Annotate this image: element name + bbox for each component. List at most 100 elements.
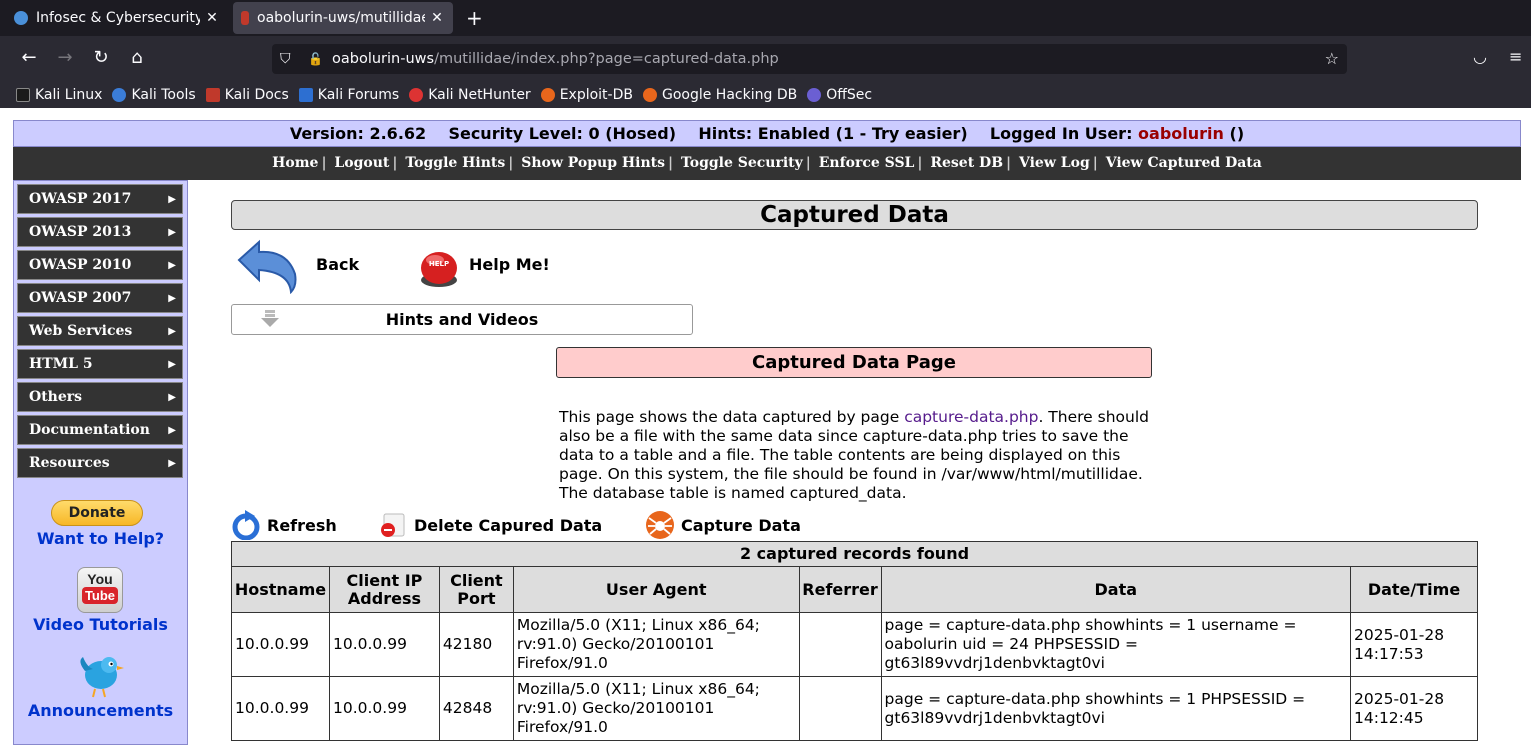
bookmark-ghdb[interactable]: Google Hacking DB [642, 87, 797, 103]
exploit-db-icon [540, 88, 555, 102]
sidebar-item-label: Web Services [29, 323, 133, 339]
cell-client-port: 42848 [438, 676, 514, 741]
donate-button[interactable]: Donate [51, 500, 143, 526]
sidebar-item-label: Resources [29, 455, 110, 471]
sidebar-item-owasp-2017[interactable]: OWASP 2017 ▶ [17, 184, 183, 214]
bookmark-kali-tools[interactable]: Kali Tools [112, 87, 196, 103]
top-menu: Home | Logout | Toggle Hints | Show Popup H… [13, 147, 1521, 180]
bookmark-offsec[interactable]: OffSec [807, 87, 872, 103]
youtube-logo-tube: Tube [81, 587, 119, 604]
bookmark-kali-linux[interactable]: Kali Linux [16, 87, 102, 103]
close-tab-icon[interactable]: ✕ [429, 10, 445, 26]
delete-captured-data-button[interactable]: Delete Capured Data [378, 508, 602, 542]
sidebar-item-label: OWASP 2017 [29, 191, 132, 207]
back-button[interactable]: Back [316, 255, 359, 274]
column-header: Client IP Address [328, 566, 440, 613]
hints-and-videos-label: Hints and Videos [385, 310, 539, 329]
cell-datetime: 2025-01-28 14:12:45 [1350, 676, 1478, 741]
captured-data-table: Hostname Client IP Address Client Port U… [231, 566, 1478, 741]
hints-and-videos-toggle[interactable]: Hints and Videos [231, 304, 693, 335]
capture-data-link[interactable]: capture-data.php [904, 408, 1038, 426]
svg-text:HELP: HELP [429, 260, 449, 268]
forward-arrow-icon[interactable]: → [53, 47, 77, 68]
sidebar-item-owasp-2010[interactable]: OWASP 2010 ▶ [17, 250, 183, 280]
bookmark-kali-forums[interactable]: Kali Forums [298, 87, 400, 103]
menu-show-popup-hints[interactable]: Show Popup Hints [521, 155, 665, 171]
cell-hostname: 10.0.0.99 [231, 612, 330, 677]
refresh-button[interactable]: Refresh [231, 508, 337, 542]
menu-enforce-ssl[interactable]: Enforce SSL [819, 155, 915, 171]
bookmark-label: Kali Tools [131, 87, 196, 103]
menu-toggle-security[interactable]: Toggle Security [681, 155, 803, 171]
bookmark-star-icon[interactable]: ☆ [1325, 49, 1339, 68]
sidebar-item-others[interactable]: Others ▶ [17, 382, 183, 412]
help-button-icon[interactable]: HELP [417, 246, 461, 290]
menu-hamburger-icon[interactable]: ≡ [1509, 47, 1522, 66]
arrow-right-icon: ▶ [168, 194, 176, 205]
arrow-right-icon: ▶ [168, 425, 176, 436]
back-arrow-icon[interactable]: ← [17, 47, 41, 68]
video-tutorials-link[interactable]: Video Tutorials [14, 615, 187, 634]
column-header: Hostname [231, 566, 330, 613]
tab-infosec[interactable]: Infosec & Cybersecurity Tr ✕ [6, 2, 228, 34]
insecure-lock-icon[interactable]: 🔓 [308, 52, 326, 66]
bookmark-label: OffSec [826, 87, 873, 103]
cell-data: page = capture-data.php showhints = 1 us… [880, 612, 1352, 677]
reload-icon[interactable]: ↻ [89, 47, 113, 68]
spider-icon [646, 511, 674, 539]
cell-user-agent: Mozilla/5.0 (X11; Linux x86_64; rv:91.0)… [512, 676, 800, 741]
sidebar-item-label: HTML 5 [29, 356, 93, 372]
menu-reset-db[interactable]: Reset DB [930, 155, 1003, 171]
menu-view-captured-data[interactable]: View Captured Data [1106, 155, 1262, 171]
menu-toggle-hints[interactable]: Toggle Hints [405, 155, 505, 171]
announcements-link[interactable]: Announcements [14, 701, 187, 720]
youtube-icon[interactable]: You Tube [77, 567, 123, 613]
shield-icon[interactable]: ⛉ [280, 51, 298, 67]
close-tab-icon[interactable]: ✕ [204, 10, 220, 26]
mutillidae-favicon-icon [241, 11, 249, 25]
bookmark-label: Kali Forums [317, 87, 400, 103]
bookmark-kali-docs[interactable]: Kali Docs [205, 87, 289, 103]
column-header: Data [880, 566, 1352, 613]
tab-bar: Infosec & Cybersecurity Tr ✕ oabolurin-u… [0, 0, 1531, 36]
url-bar[interactable]: ⛉ 🔓 oabolurin-uws/mutillidae/index.php?p… [272, 44, 1347, 74]
arrow-right-icon: ▶ [168, 293, 176, 304]
menu-logout[interactable]: Logout [334, 155, 389, 171]
sidebar-item-documentation[interactable]: Documentation ▶ [17, 415, 183, 445]
status-info-bar: Version: 2.6.62 Security Level: 0 (Hosed… [13, 120, 1521, 147]
nethunter-icon [409, 88, 424, 102]
youtube-logo-you: You [87, 571, 113, 587]
cell-datetime: 2025-01-28 14:17:53 [1350, 612, 1478, 677]
sidebar: OWASP 2017 ▶ OWASP 2013 ▶ OWASP 2010 ▶ OWAS… [13, 180, 188, 745]
arrow-right-icon: ▶ [168, 227, 176, 238]
column-header: Referrer [798, 566, 882, 613]
twitter-bird-icon[interactable] [75, 653, 125, 699]
sidebar-item-owasp-2013[interactable]: OWASP 2013 ▶ [17, 217, 183, 247]
new-tab-button[interactable]: + [466, 6, 483, 30]
delete-icon [381, 513, 405, 537]
bookmark-exploit-db[interactable]: Exploit-DB [540, 87, 633, 103]
navigation-bar: ← → ↻ ⌂ ⛉ 🔓 oabolurin-uws/mutillidae/ind… [0, 36, 1531, 82]
cell-client-port: 42180 [438, 612, 514, 677]
bookmark-kali-nethunter[interactable]: Kali NetHunter [409, 87, 531, 103]
sidebar-item-web-services[interactable]: Web Services ▶ [17, 316, 183, 346]
bookmark-label: Exploit-DB [559, 87, 633, 103]
kali-tools-icon [112, 88, 127, 102]
sidebar-item-resources[interactable]: Resources ▶ [17, 448, 183, 478]
logged-in-username: oabolurin [1138, 124, 1224, 143]
sidebar-item-owasp-2007[interactable]: OWASP 2007 ▶ [17, 283, 183, 313]
capture-data-button[interactable]: Capture Data [645, 508, 801, 542]
cell-user-agent: Mozilla/5.0 (X11; Linux x86_64; rv:91.0)… [512, 612, 800, 677]
back-arrow-icon[interactable] [235, 238, 299, 294]
sidebar-item-html5[interactable]: HTML 5 ▶ [17, 349, 183, 379]
home-icon[interactable]: ⌂ [125, 47, 149, 68]
menu-home[interactable]: Home [272, 155, 318, 171]
url-host: oabolurin-uws [332, 51, 435, 67]
version-text: Version: 2.6.62 [289, 124, 427, 143]
menu-view-log[interactable]: View Log [1019, 155, 1090, 171]
want-to-help-link[interactable]: Want to Help? [14, 529, 187, 548]
refresh-label: Refresh [267, 515, 337, 535]
tab-mutillidae[interactable]: oabolurin-uws/mutillidae/ ✕ [233, 2, 453, 34]
help-me-button[interactable]: Help Me! [469, 255, 550, 274]
pocket-icon[interactable]: ◡ [1473, 47, 1487, 66]
